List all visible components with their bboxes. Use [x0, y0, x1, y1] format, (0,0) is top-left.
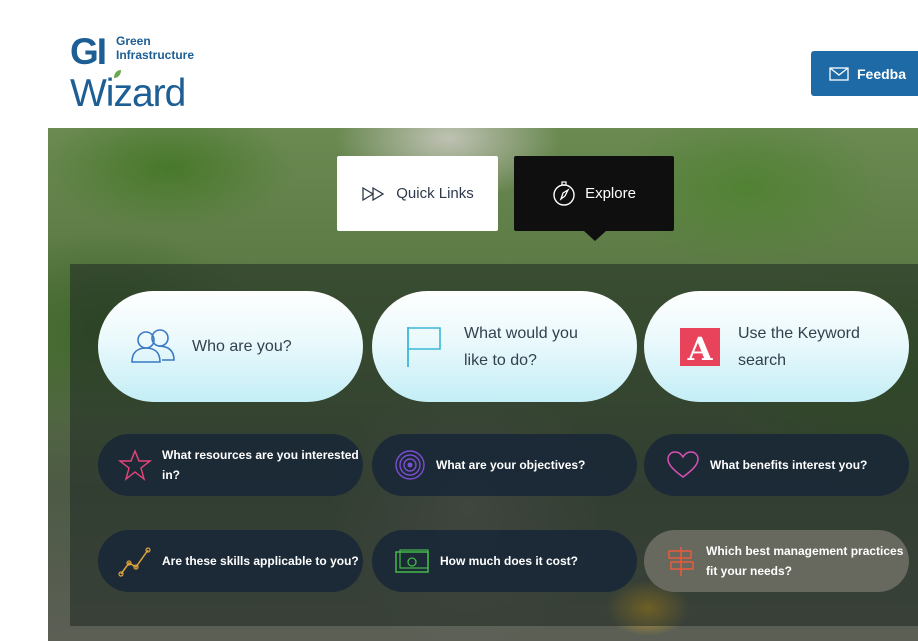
skills-label: Are these skills applicable to you? [162, 554, 359, 568]
trend-chart-icon [118, 545, 152, 577]
logo-green-text: Green [116, 34, 151, 48]
target-icon [394, 449, 426, 481]
people-icon [128, 328, 178, 366]
cost-label: How much does it cost? [440, 554, 579, 568]
feedback-button[interactable]: Feedba [811, 51, 918, 96]
who-are-you-label: Who are you? [192, 338, 292, 355]
objectives-card[interactable]: What are your objectives? [372, 434, 637, 496]
logo-wizard-text: Wizard [70, 72, 186, 115]
keyword-search-label: Use the Keyword search [738, 324, 860, 369]
who-are-you-card[interactable]: Who are you? [98, 291, 363, 402]
svg-text:A: A [687, 330, 714, 368]
star-icon [118, 448, 152, 482]
best-practices-card[interactable]: Which best management practices fit your… [644, 530, 909, 592]
hero-section: Quick Links Explore Who are you? What wo… [48, 128, 918, 641]
resources-label: What resources are you interested in? [162, 448, 359, 482]
objectives-label: What are your objectives? [436, 458, 586, 472]
gi-wizard-logo[interactable]: GI Green Infrastructure Wizard [70, 30, 210, 114]
cost-card[interactable]: How much does it cost? [372, 530, 637, 592]
feedback-label: Feedba [857, 65, 907, 82]
letter-a-icon: A [680, 326, 722, 368]
compass-icon [553, 180, 575, 206]
benefits-card[interactable]: What benefits interest you? [644, 434, 909, 496]
tab-quick-links-label: Quick Links [396, 185, 474, 202]
tab-quick-links[interactable]: Quick Links [337, 156, 498, 231]
what-would-you-like-to-do-card[interactable]: What would you like to do? [372, 291, 637, 402]
heart-icon [666, 450, 700, 480]
skills-card[interactable]: Are these skills applicable to you? [98, 530, 363, 592]
flag-icon [404, 325, 444, 369]
tab-explore[interactable]: Explore [514, 156, 674, 241]
fast-forward-icon [362, 186, 385, 201]
leaf-icon [114, 70, 121, 78]
best-practices-label: Which best management practices fit your… [706, 544, 904, 578]
what-would-you-like-label: What would you like to do? [464, 324, 578, 369]
logo-gi-text: GI [70, 31, 107, 72]
resources-card[interactable]: What resources are you interested in? [98, 434, 363, 496]
envelope-icon [829, 66, 849, 81]
tab-explore-label: Explore [585, 185, 636, 202]
keyword-search-card[interactable]: A Use the Keyword search [644, 291, 909, 402]
benefits-label: What benefits interest you? [710, 458, 868, 472]
logo-infrastructure-text: Infrastructure [116, 48, 195, 62]
signpost-icon [666, 545, 696, 577]
money-icon [394, 548, 430, 574]
logo-subtitle: Green Infrastructure [116, 34, 194, 62]
